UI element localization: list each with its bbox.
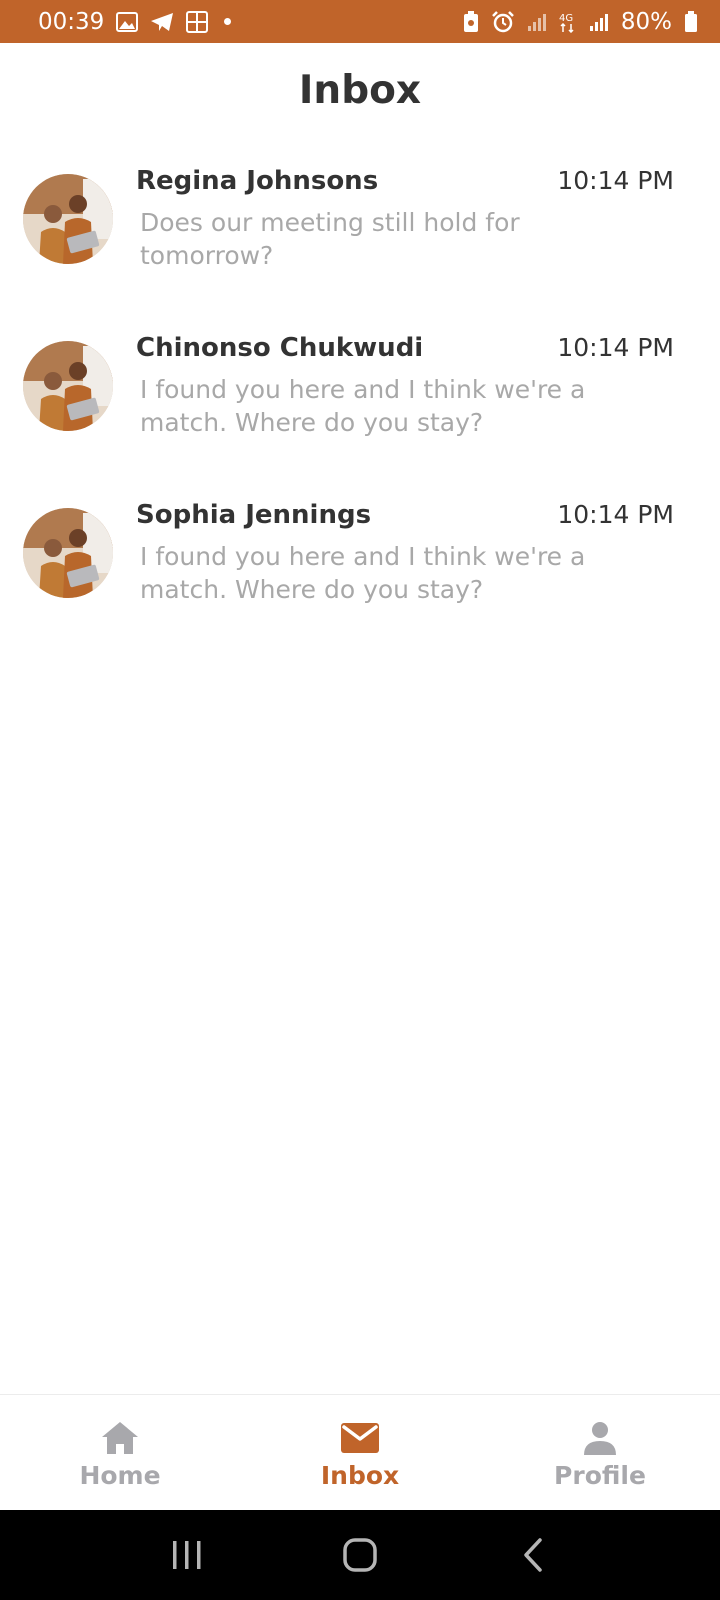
tab-label: Profile xyxy=(554,1461,646,1490)
message-time: 10:14 PM xyxy=(557,166,674,195)
tab-label: Inbox xyxy=(320,1461,400,1490)
battery-icon xyxy=(684,10,698,33)
status-left: 00:39 xyxy=(38,8,232,35)
message-preview: I found you here and I think we're a mat… xyxy=(140,375,586,437)
4g-icon: 4G xyxy=(559,11,577,33)
status-right: 4G 80% xyxy=(463,9,698,35)
tab-profile[interactable]: Profile xyxy=(480,1395,720,1510)
avatar xyxy=(23,508,113,598)
signal-icon xyxy=(589,12,609,32)
tab-label: Home xyxy=(79,1461,161,1490)
battery-saver-icon xyxy=(463,10,479,33)
battery-percent: 80% xyxy=(620,8,672,35)
avatar xyxy=(23,174,113,264)
back-button[interactable] xyxy=(503,1525,563,1585)
alarm-icon xyxy=(491,10,515,33)
message-time: 10:14 PM xyxy=(557,500,674,529)
page-title: Inbox xyxy=(298,68,422,113)
person-icon xyxy=(580,1421,620,1455)
back-chevron-icon xyxy=(524,1538,543,1572)
contact-name: Sophia Jennings xyxy=(136,500,372,530)
conversation-item[interactable]: Regina Johnsons 10:14 PM Does our meetin… xyxy=(0,160,720,327)
recent-apps-button[interactable] xyxy=(157,1525,217,1585)
conversation-list: Regina Johnsons 10:14 PM Does our meetin… xyxy=(0,160,720,661)
tab-home[interactable]: Home xyxy=(0,1395,240,1510)
contact-name: Chinonso Chukwudi xyxy=(136,333,424,363)
avatar xyxy=(23,341,113,431)
bottom-tab-bar: Home Inbox Profile xyxy=(0,1394,720,1510)
recent-apps-icon xyxy=(172,1541,201,1569)
conversation-item[interactable]: Sophia Jennings 10:14 PM I found you her… xyxy=(0,494,720,661)
home-icon xyxy=(100,1421,140,1455)
telegram-icon xyxy=(150,12,174,32)
message-preview: Does our meeting still hold for tomorrow… xyxy=(140,208,520,270)
image-icon xyxy=(116,11,139,32)
message-preview: I found you here and I think we're a mat… xyxy=(140,542,586,604)
status-bar: 00:39 4G 80% xyxy=(0,0,720,43)
calculator-icon xyxy=(186,10,209,33)
home-button[interactable] xyxy=(330,1525,390,1585)
system-nav-bar xyxy=(0,1510,720,1600)
status-time: 00:39 xyxy=(38,8,105,35)
tab-inbox[interactable]: Inbox xyxy=(240,1395,480,1510)
svg-text:4G: 4G xyxy=(559,13,573,24)
contact-name: Regina Johnsons xyxy=(136,166,379,196)
dot-icon xyxy=(224,18,232,25)
message-time: 10:14 PM xyxy=(557,333,674,362)
conversation-item[interactable]: Chinonso Chukwudi 10:14 PM I found you h… xyxy=(0,327,720,494)
signal-icon xyxy=(527,12,547,32)
home-circle-icon xyxy=(343,1538,377,1572)
mail-icon xyxy=(340,1421,380,1455)
